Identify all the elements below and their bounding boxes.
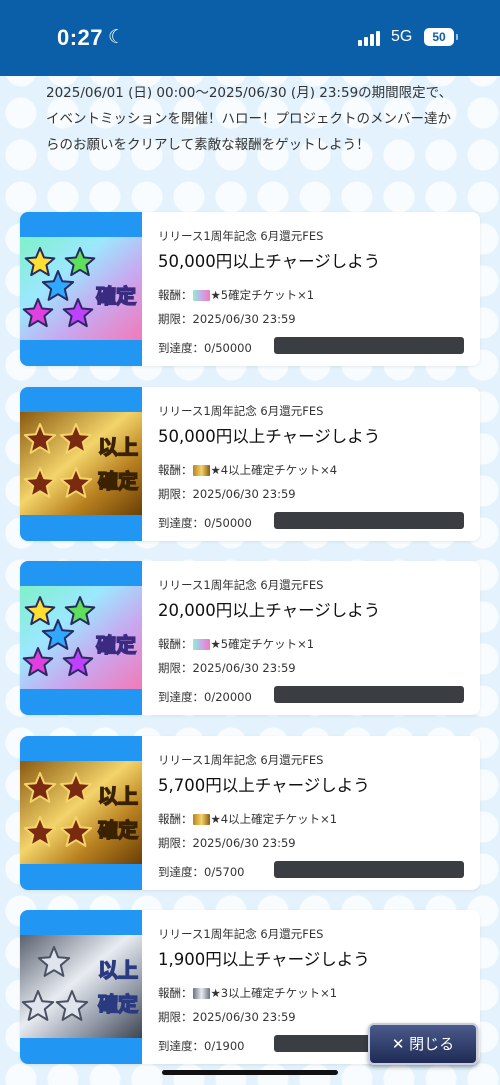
reward-ticket-icon — [192, 813, 210, 825]
reward-label: 報酬： — [158, 288, 193, 302]
ticket-image-area: 以上 確定 — [20, 736, 142, 890]
status-bar: 0:27 ☾ 5G 50 — [0, 0, 500, 76]
network-type: 5G — [391, 28, 413, 45]
mission-reward: 報酬： ★4以上確定チケット×4 — [158, 462, 337, 478]
ticket-star5-icon: 確定 — [20, 586, 142, 689]
mission-details: リリース1周年記念 6月還元FES 50,000円以上チャージしよう報酬： ★4以上… — [158, 387, 480, 541]
moon-icon: ☾ — [108, 26, 126, 48]
ticket-star5-icon: 確定 — [20, 237, 142, 340]
svg-text:以上: 以上 — [98, 958, 138, 982]
mission-event-name: リリース1周年記念 6月還元FES — [158, 753, 324, 767]
mission-title: 1,900円以上チャージしよう — [158, 950, 370, 969]
mission-title: 50,000円以上チャージしよう — [158, 252, 381, 271]
reward-label: 報酬： — [158, 463, 193, 477]
reward-text: ★4以上確定チケット×1 — [210, 812, 338, 826]
reward-ticket-icon — [192, 638, 210, 650]
mission-reward: 報酬： ★5確定チケット×1 — [158, 636, 314, 652]
battery-tip — [456, 34, 458, 40]
mission-deadline: 期限：2025/06/30 23:59 — [158, 1010, 296, 1024]
mission-event-name: リリース1周年記念 6月還元FES — [158, 927, 324, 941]
reward-text: ★4以上確定チケット×4 — [210, 463, 338, 477]
reward-ticket-icon — [192, 464, 210, 476]
svg-text:以上: 以上 — [98, 784, 138, 808]
status-time: 0:27 — [57, 25, 104, 50]
close-icon: ✕ — [391, 1035, 405, 1053]
close-button[interactable]: ✕ 閉じる — [368, 1023, 478, 1065]
mission-card[interactable]: 以上 確定 リリース1周年記念 6月還元FES 50,000円以上チャージしよう 報酬：… — [20, 387, 480, 541]
svg-text:確定: 確定 — [98, 469, 138, 493]
mission-progress-text: 到達度：0/5700 — [158, 865, 245, 879]
mission-details: リリース1周年記念 6月還元FES 5,700円以上チャージしよう報酬： ★4以上確… — [158, 736, 480, 890]
mission-title: 20,000円以上チャージしよう — [158, 601, 381, 620]
reward-label: 報酬： — [158, 986, 193, 1000]
mission-card[interactable]: 確定 リリース1周年記念 6月還元FES 20,000円以上チャージしよう報酬： ★5… — [20, 561, 480, 715]
mission-progress-bar — [274, 861, 464, 878]
mission-event-name: リリース1周年記念 6月還元FES — [158, 404, 324, 418]
mission-progress-text: 到達度：0/1900 — [158, 1039, 245, 1053]
ticket-image-area: 確定 — [20, 561, 142, 715]
mission-progress-bar — [274, 337, 464, 354]
battery-icon: 50 — [424, 28, 454, 46]
ticket-image-area: 確定 — [20, 212, 142, 366]
home-indicator — [162, 1070, 338, 1075]
mission-deadline: 期限：2025/06/30 23:59 — [158, 487, 296, 501]
mission-reward: 報酬： ★3以上確定チケット×1 — [158, 985, 337, 1001]
reward-text: ★5確定チケット×1 — [210, 637, 315, 651]
reward-label: 報酬： — [158, 812, 193, 826]
mission-reward: 報酬： ★5確定チケット×1 — [158, 287, 314, 303]
svg-text:確定: 確定 — [98, 992, 138, 1016]
mission-card[interactable]: 以上確定 リリース1周年記念 6月還元FES 5,700円以上チャージしよう報酬： ★… — [20, 736, 480, 890]
mission-card[interactable]: 確定 リリース1周年記念 6月還元FES 50,000円以上チャージしよう報酬： ★5… — [20, 212, 480, 366]
ticket-star4-icon: 以上 確定 — [20, 761, 142, 864]
mission-event-name: リリース1周年記念 6月還元FES — [158, 229, 324, 243]
ticket-image-area: 以上 確定 — [20, 910, 142, 1064]
mission-progress-bar — [274, 686, 464, 703]
mission-details: リリース1周年記念 6月還元FES 20,000円以上チャージしよう報酬： ★5確定… — [158, 561, 480, 715]
reward-label: 報酬： — [158, 637, 193, 651]
reward-text: ★3以上確定チケット×1 — [210, 986, 338, 1000]
mission-deadline: 期限：2025/06/30 23:59 — [158, 661, 296, 675]
svg-text:以上: 以上 — [98, 435, 138, 459]
reward-ticket-icon — [192, 289, 210, 301]
ticket-star4-icon: 以上 確定 — [20, 412, 142, 515]
svg-text:確定: 確定 — [98, 818, 138, 842]
close-button-label: 閉じる — [409, 1035, 455, 1053]
mission-deadline: 期限：2025/06/30 23:59 — [158, 312, 296, 326]
signal-icon — [358, 30, 384, 46]
mission-event-name: リリース1周年記念 6月還元FES — [158, 578, 324, 592]
reward-text: ★5確定チケット×1 — [210, 288, 315, 302]
mission-reward: 報酬： ★4以上確定チケット×1 — [158, 811, 337, 827]
svg-text:確定: 確定 — [96, 633, 136, 657]
mission-details: リリース1周年記念 6月還元FES 50,000円以上チャージしよう報酬： ★5確定… — [158, 212, 480, 366]
mission-progress-text: 到達度：0/50000 — [158, 341, 252, 355]
ticket-image-area: 以上 確定 — [20, 387, 142, 541]
mission-deadline: 期限：2025/06/30 23:59 — [158, 836, 296, 850]
svg-text:確定: 確定 — [96, 284, 136, 308]
mission-title: 5,700円以上チャージしよう — [158, 776, 370, 795]
mission-progress-text: 到達度：0/50000 — [158, 516, 252, 530]
ticket-star3-icon: 以上 確定 — [20, 935, 142, 1038]
reward-ticket-icon — [192, 987, 210, 999]
mission-progress-text: 到達度：0/20000 — [158, 690, 252, 704]
mission-title: 50,000円以上チャージしよう — [158, 427, 381, 446]
event-description: 2025/06/01 (日) 00:00～2025/06/30 (月) 23:5… — [46, 85, 453, 153]
mission-progress-bar — [274, 512, 464, 529]
